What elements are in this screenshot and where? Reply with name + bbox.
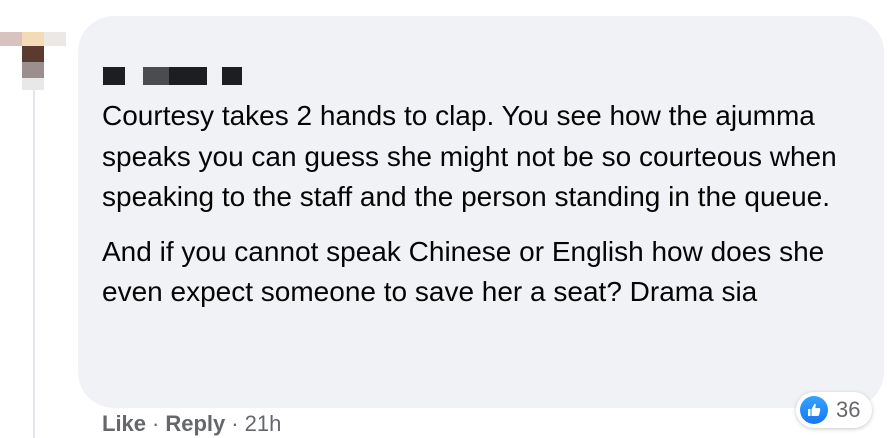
- comment-actions: Like · Reply · 21h: [102, 411, 281, 437]
- comment-text: Courtesy takes 2 hands to clap. You see …: [102, 96, 862, 327]
- avatar-pixel: [0, 32, 22, 46]
- comment-paragraph: Courtesy takes 2 hands to clap. You see …: [102, 100, 837, 212]
- separator: ·: [152, 411, 160, 436]
- comment-thread: Courtesy takes 2 hands to clap. You see …: [0, 0, 892, 438]
- reply-button[interactable]: Reply: [165, 411, 225, 436]
- redacted-author-name[interactable]: [103, 67, 125, 85]
- avatar-pixel: [22, 78, 44, 90]
- avatar-pixel: [44, 32, 66, 46]
- avatar[interactable]: [0, 22, 66, 90]
- thread-connector-line: [33, 88, 35, 438]
- thumbs-up-icon: [800, 396, 828, 424]
- comment-paragraph: And if you cannot speak Chinese or Engli…: [102, 235, 825, 308]
- reaction-count: 36: [836, 397, 861, 422]
- redacted-author-name[interactable]: [143, 67, 171, 85]
- redacted-author-name[interactable]: [169, 67, 207, 85]
- separator: ·: [231, 411, 239, 436]
- timestamp[interactable]: 21h: [245, 411, 282, 436]
- avatar-pixel: [22, 62, 44, 78]
- thumbs-up-glyph: [808, 403, 821, 416]
- redacted-author-name[interactable]: [222, 67, 242, 85]
- avatar-pixel: [22, 32, 44, 46]
- reaction-summary[interactable]: 36: [796, 392, 873, 428]
- avatar-pixel: [22, 46, 44, 62]
- like-button[interactable]: Like: [102, 411, 146, 436]
